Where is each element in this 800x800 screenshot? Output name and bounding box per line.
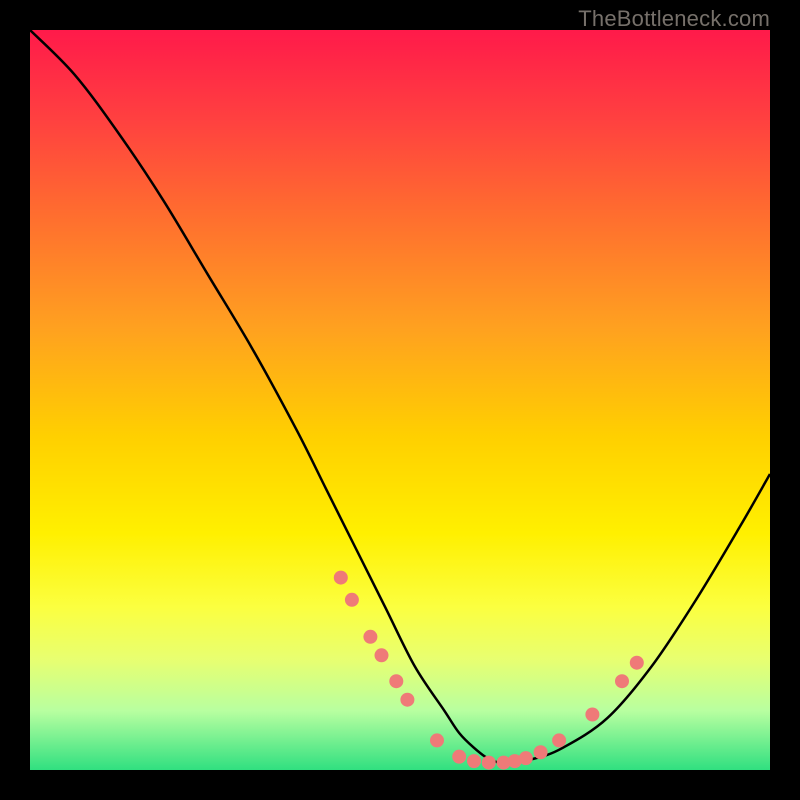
marker-dot	[334, 571, 348, 585]
marker-dot	[430, 733, 444, 747]
marker-dot	[482, 756, 496, 770]
plot-area	[30, 30, 770, 770]
marker-dot	[552, 733, 566, 747]
marker-dot	[519, 751, 533, 765]
watermark-text: TheBottleneck.com	[578, 6, 770, 32]
marker-dots	[334, 571, 644, 770]
marker-dot	[630, 656, 644, 670]
marker-dot	[585, 708, 599, 722]
marker-dot	[345, 593, 359, 607]
marker-dot	[375, 648, 389, 662]
marker-dot	[389, 674, 403, 688]
marker-dot	[467, 754, 481, 768]
chart-stage: TheBottleneck.com	[0, 0, 800, 800]
marker-dot	[615, 674, 629, 688]
marker-dot	[534, 745, 548, 759]
bottleneck-curve	[30, 30, 770, 763]
marker-dot	[452, 750, 466, 764]
marker-dot	[363, 630, 377, 644]
chart-svg	[30, 30, 770, 770]
marker-dot	[400, 693, 414, 707]
